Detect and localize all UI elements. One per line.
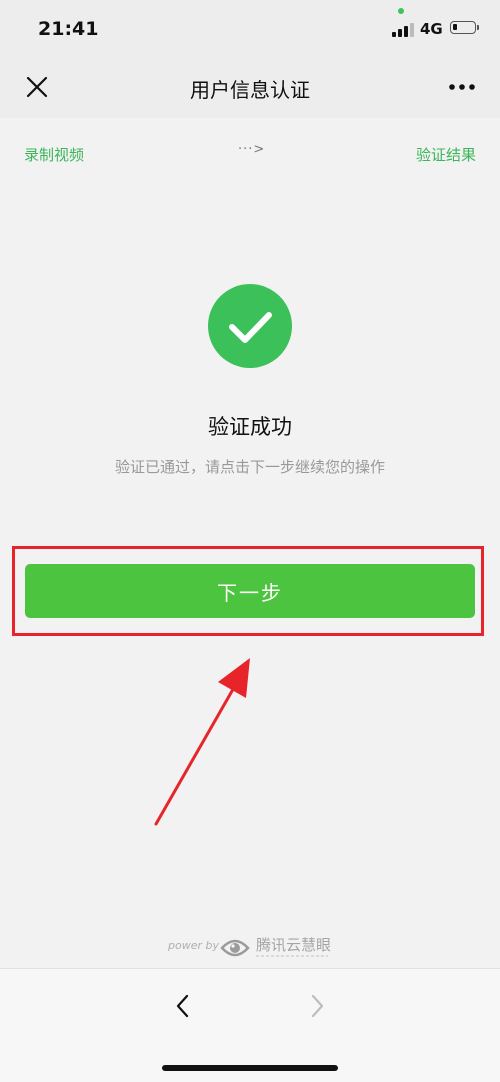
next-step-button[interactable]: 下一步 xyxy=(25,564,475,618)
result-description: 验证已通过，请点击下一步继续您的操作 xyxy=(114,458,385,476)
browser-bottom-bar xyxy=(0,968,500,1082)
result-title: 验证成功 xyxy=(208,415,292,439)
network-type: 4G xyxy=(420,20,443,38)
status-bar: 21:41 4G xyxy=(0,0,500,58)
check-circle-icon xyxy=(208,284,292,368)
step-verify-result: 验证结果 xyxy=(415,146,476,164)
powered-by-footer: power by 腾讯云慧眼 xyxy=(168,930,338,966)
brand-name: 腾讯云慧眼 xyxy=(256,936,332,954)
step-record-video: 录制视频 xyxy=(24,146,85,164)
camera-indicator-dot xyxy=(398,8,404,14)
step-indicator: 录制视频 ···> 验证结果 xyxy=(0,118,500,188)
home-indicator xyxy=(162,1065,338,1071)
status-time: 21:41 xyxy=(38,18,99,40)
step-arrow: ···> xyxy=(238,142,266,157)
navigation-bar: 用户信息认证 xyxy=(0,58,500,118)
more-icon[interactable] xyxy=(446,72,478,102)
brand-tagline-decoration xyxy=(256,955,328,957)
chevron-left-icon[interactable] xyxy=(170,991,196,1021)
signal-icon xyxy=(392,21,414,37)
powered-by-text: power by xyxy=(168,939,219,952)
annotation-arrow xyxy=(150,650,260,830)
eye-logo-icon xyxy=(220,934,250,962)
chevron-right-icon[interactable] xyxy=(304,991,330,1021)
battery-icon xyxy=(450,21,479,34)
page-title: 用户信息认证 xyxy=(190,78,310,102)
